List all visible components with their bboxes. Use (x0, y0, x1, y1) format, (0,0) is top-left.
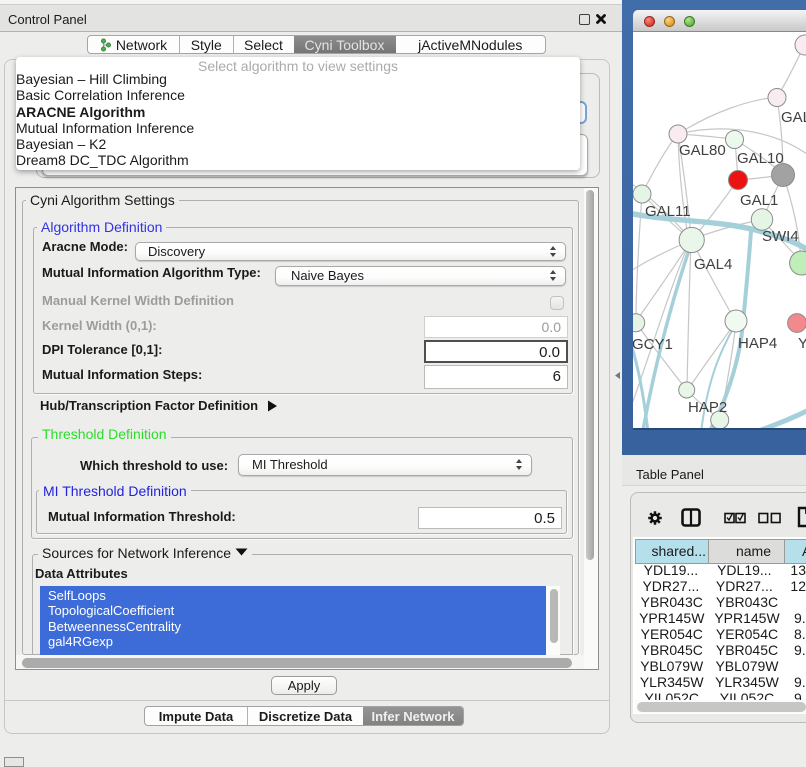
svg-text:GAL80: GAL80 (679, 142, 726, 159)
svg-text:HAP2: HAP2 (688, 399, 727, 416)
svg-text:Y: Y (798, 335, 806, 352)
svg-text:HAP4: HAP4 (738, 335, 777, 352)
svg-text:GAL10: GAL10 (737, 150, 784, 167)
svg-text:GAL7: GAL7 (781, 109, 806, 126)
svg-text:GAL4: GAL4 (694, 256, 732, 273)
svg-text:GAL1: GAL1 (740, 192, 778, 209)
svg-text:GAL11: GAL11 (645, 203, 691, 220)
svg-text:GCY1: GCY1 (633, 336, 673, 353)
svg-text:SWI4: SWI4 (762, 228, 799, 245)
